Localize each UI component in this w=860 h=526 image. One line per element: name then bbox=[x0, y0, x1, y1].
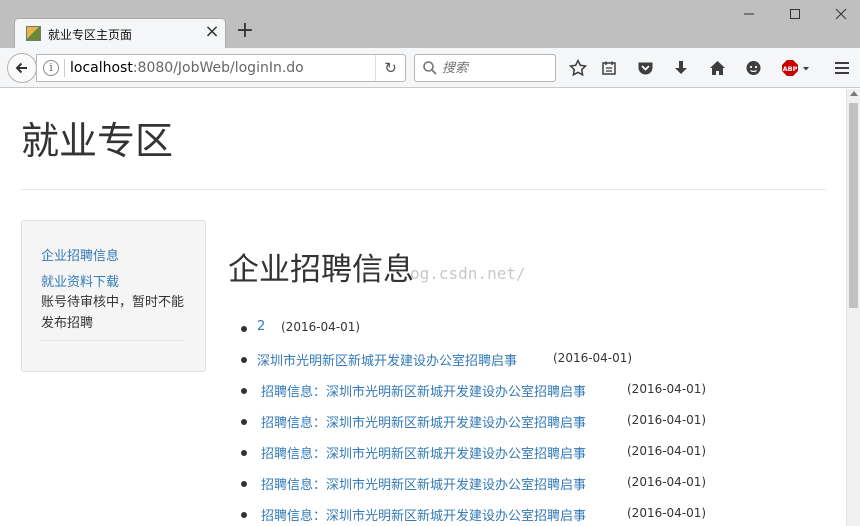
chat-icon[interactable] bbox=[741, 56, 765, 80]
url-separator bbox=[64, 59, 65, 77]
pocket-icon[interactable] bbox=[633, 56, 657, 80]
title-bar: 就业专区主页面 × + bbox=[0, 0, 860, 48]
sidebar-link-job-info[interactable]: 企业招聘信息 bbox=[41, 245, 119, 264]
url-text[interactable]: localhost:8080/JobWeb/loginIn.do bbox=[70, 60, 304, 76]
home-icon[interactable] bbox=[705, 56, 729, 80]
info-icon[interactable]: i bbox=[43, 60, 59, 76]
job-date: (2016-04-01) bbox=[553, 351, 633, 365]
job-date: (2016-04-01) bbox=[627, 413, 707, 427]
search-input[interactable] bbox=[442, 58, 550, 78]
close-window-icon[interactable] bbox=[828, 4, 854, 28]
account-status-note: 账号待审核中，暂时不能发布招聘 bbox=[41, 295, 185, 331]
bullet bbox=[241, 450, 247, 456]
tab-title: 就业专区主页面 bbox=[48, 28, 133, 42]
job-date: (2016-04-01) bbox=[627, 506, 707, 520]
header-divider bbox=[21, 189, 826, 190]
page-scrollbar[interactable] bbox=[846, 89, 860, 526]
search-icon bbox=[423, 61, 437, 75]
scroll-up-arrow-icon[interactable] bbox=[850, 91, 858, 96]
job-date: (2016-04-01) bbox=[627, 382, 707, 396]
tab-favicon-icon bbox=[26, 26, 41, 41]
job-link[interactable]: 深圳市光明新区新城开发建设办公室招聘启事 bbox=[257, 350, 517, 369]
maximize-icon[interactable] bbox=[782, 4, 808, 28]
url-bar[interactable]: i localhost:8080/JobWeb/loginIn.do ↻ bbox=[36, 54, 406, 82]
sidebar-divider bbox=[41, 340, 185, 341]
sidebar-link-downloads[interactable]: 就业资料下载 bbox=[41, 271, 119, 290]
reload-icon[interactable]: ↻ bbox=[375, 55, 405, 81]
star-icon[interactable] bbox=[566, 56, 590, 80]
scroll-thumb[interactable] bbox=[849, 103, 858, 308]
section-heading: 企业招聘信息 bbox=[228, 252, 414, 288]
job-link[interactable]: 2 bbox=[257, 319, 265, 334]
job-link[interactable]: 招聘信息：深圳市光明新区新城开发建设办公室招聘启事 bbox=[261, 381, 586, 400]
adblock-icon[interactable]: ABP bbox=[781, 56, 811, 80]
hamburger-icon[interactable] bbox=[830, 56, 854, 80]
download-icon[interactable] bbox=[669, 56, 693, 80]
browser-tab[interactable]: 就业专区主页面 × bbox=[14, 18, 226, 48]
plus-icon[interactable]: + bbox=[234, 20, 256, 42]
bullet bbox=[241, 388, 247, 394]
minimize-icon[interactable] bbox=[736, 4, 762, 28]
job-link[interactable]: 招聘信息：深圳市光明新区新城开发建设办公室招聘启事 bbox=[261, 412, 586, 431]
page-content: 就业专区 企业招聘信息 就业资料下载 账号待审核中，暂时不能发布招聘 企业招聘信… bbox=[0, 89, 846, 526]
site-title: 就业专区 bbox=[21, 119, 174, 163]
job-link[interactable]: 招聘信息：深圳市光明新区新城开发建设办公室招聘启事 bbox=[261, 443, 586, 462]
watermark: og.csdn.net/ bbox=[410, 264, 526, 283]
job-date: (2016-04-01) bbox=[627, 444, 707, 458]
bullet bbox=[241, 357, 247, 363]
navigation-toolbar: i localhost:8080/JobWeb/loginIn.do ↻ ABP bbox=[0, 48, 860, 88]
sidebar: 企业招聘信息 就业资料下载 账号待审核中，暂时不能发布招聘 bbox=[21, 220, 206, 372]
bullet bbox=[241, 481, 247, 487]
job-link[interactable]: 招聘信息：深圳市光明新区新城开发建设办公室招聘启事 bbox=[261, 474, 586, 493]
bullet bbox=[241, 326, 247, 332]
job-date: (2016-04-01) bbox=[281, 320, 361, 334]
bullet bbox=[241, 419, 247, 425]
reader-icon[interactable] bbox=[597, 56, 621, 80]
close-tab-icon[interactable]: × bbox=[203, 23, 221, 41]
job-link[interactable]: 招聘信息：深圳市光明新区新城开发建设办公室招聘启事 bbox=[261, 505, 586, 524]
abp-label: ABP bbox=[783, 65, 798, 73]
job-date: (2016-04-01) bbox=[627, 475, 707, 489]
search-bar[interactable] bbox=[414, 54, 556, 82]
bullet bbox=[241, 512, 247, 518]
arrow-left-icon[interactable] bbox=[7, 53, 37, 83]
